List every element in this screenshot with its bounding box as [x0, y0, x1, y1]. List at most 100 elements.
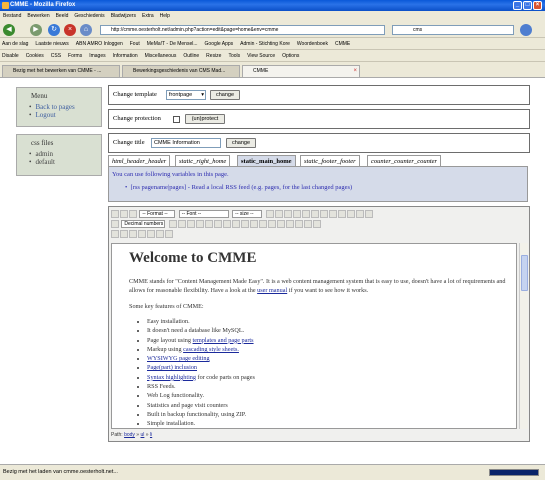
- format-select[interactable]: -- Format --: [139, 210, 176, 218]
- css-item-default[interactable]: default: [29, 158, 101, 166]
- feature-link[interactable]: WYSIWYG page editing: [147, 355, 210, 362]
- image-icon[interactable]: [240, 220, 249, 228]
- dev-toolbar-item[interactable]: Tools: [228, 53, 240, 59]
- menu-item[interactable]: Bewerken: [27, 13, 49, 19]
- logout-link[interactable]: Logout: [35, 111, 55, 119]
- anchor-icon[interactable]: [231, 220, 240, 228]
- home-icon[interactable]: ⌂: [80, 24, 92, 36]
- code-icon[interactable]: [267, 220, 276, 228]
- link-icon[interactable]: [213, 220, 222, 228]
- menu-item-back[interactable]: Back to pages: [29, 103, 101, 111]
- list-type-select[interactable]: Decimal numbers: [121, 220, 166, 228]
- feature-link[interactable]: Page(part) inclusion: [147, 364, 197, 371]
- char-map-icon[interactable]: [138, 230, 146, 238]
- bookmark-item[interactable]: Laatste nieuws: [35, 41, 68, 47]
- size-select[interactable]: -- size --: [232, 210, 263, 218]
- visual-aid-icon[interactable]: [129, 230, 137, 238]
- dev-toolbar-item[interactable]: Resize: [206, 53, 221, 59]
- row-props-icon[interactable]: [285, 220, 294, 228]
- close-button[interactable]: ×: [533, 1, 542, 10]
- dev-toolbar-item[interactable]: Outline: [183, 53, 199, 59]
- help-icon[interactable]: [258, 220, 267, 228]
- browser-tab-1[interactable]: Bezig met het bewerken van CMME - ...: [2, 65, 120, 77]
- path-li-link[interactable]: li: [150, 432, 152, 438]
- insert-row-icon[interactable]: [303, 220, 312, 228]
- underline-icon[interactable]: [283, 210, 292, 218]
- indent-icon[interactable]: [177, 220, 186, 228]
- editor-scrollbar[interactable]: [519, 243, 528, 429]
- browser-tab-3[interactable]: CMME ×: [242, 65, 360, 77]
- stop-icon[interactable]: ×: [64, 24, 76, 36]
- dev-toolbar-item[interactable]: Images: [89, 53, 105, 59]
- undo-icon[interactable]: [195, 220, 204, 228]
- menu-item-logout[interactable]: Logout: [29, 111, 101, 119]
- path-ul-link[interactable]: ul: [140, 432, 144, 438]
- dev-toolbar-item[interactable]: CSS: [51, 53, 61, 59]
- dev-toolbar-item[interactable]: Information: [113, 53, 138, 59]
- redo-icon[interactable]: [204, 220, 213, 228]
- strikethrough-icon[interactable]: [292, 210, 301, 218]
- table-icon[interactable]: [276, 220, 285, 228]
- back-icon[interactable]: ◀: [3, 24, 15, 36]
- print-icon[interactable]: [156, 230, 164, 238]
- unlink-icon[interactable]: [222, 220, 231, 228]
- cleanup-icon[interactable]: [249, 220, 258, 228]
- fullscreen-icon[interactable]: [165, 230, 173, 238]
- back-to-pages-link[interactable]: Back to pages: [35, 103, 74, 111]
- browser-tab-2[interactable]: Bewerkingsgeschiedenis van CMS Mad...: [122, 65, 240, 77]
- menu-item[interactable]: Extra: [142, 13, 154, 19]
- dev-toolbar-item[interactable]: Cookies: [26, 53, 44, 59]
- bookmark-item[interactable]: MeMa!T - De Mensel...: [147, 41, 198, 47]
- feature-link[interactable]: Syntax highlighting: [147, 374, 196, 381]
- delete-row-icon[interactable]: [312, 220, 321, 228]
- bookmark-item[interactable]: Admin - Stichting Kore: [240, 41, 290, 47]
- menu-item[interactable]: Geschiedenis: [74, 13, 104, 19]
- dev-toolbar-item[interactable]: Forms: [68, 53, 82, 59]
- title-input[interactable]: CMME Information: [151, 138, 221, 148]
- remove-format-icon[interactable]: [120, 230, 128, 238]
- dev-toolbar-item[interactable]: Miscellaneous: [145, 53, 177, 59]
- dev-toolbar-item[interactable]: View Source: [247, 53, 275, 59]
- menu-item[interactable]: Bestand: [3, 13, 21, 19]
- search-input[interactable]: cms: [392, 25, 514, 35]
- align-right-icon[interactable]: [355, 210, 364, 218]
- path-body-link[interactable]: body: [124, 432, 135, 438]
- unprotect-button[interactable]: (un)protect: [185, 114, 225, 124]
- bookmark-item[interactable]: Google Apps: [205, 41, 234, 47]
- justify-icon[interactable]: [364, 210, 373, 218]
- maximize-button[interactable]: □: [523, 1, 532, 10]
- feature-link[interactable]: cascading style sheets.: [183, 346, 239, 353]
- url-input[interactable]: http://cmme.oesterholt.net/admin.php?act…: [100, 25, 385, 35]
- bookmark-item[interactable]: ABN AMRO Inloggen: [76, 41, 123, 47]
- dev-toolbar-item[interactable]: Options: [282, 53, 299, 59]
- scrollbar-thumb[interactable]: [521, 255, 528, 291]
- text-color-icon[interactable]: [301, 210, 310, 218]
- feature-link[interactable]: templates and page parts: [193, 337, 254, 344]
- forward-icon[interactable]: ▶: [30, 24, 42, 36]
- background-color-icon[interactable]: [310, 210, 319, 218]
- superscript-icon[interactable]: [328, 210, 337, 218]
- user-manual-link[interactable]: user manual: [257, 287, 287, 294]
- align-left-icon[interactable]: [337, 210, 346, 218]
- close-tab-icon[interactable]: ×: [353, 66, 357, 77]
- outdent-icon[interactable]: [168, 220, 177, 228]
- blockquote-icon[interactable]: [186, 220, 195, 228]
- change-template-button[interactable]: change: [210, 90, 240, 100]
- css-item-admin[interactable]: admin: [29, 150, 101, 158]
- bold-icon[interactable]: [265, 210, 274, 218]
- bookmark-item[interactable]: Aan de slag: [2, 41, 28, 47]
- subscript-icon[interactable]: [319, 210, 328, 218]
- new-document-icon[interactable]: [120, 210, 128, 218]
- cell-props-icon[interactable]: [294, 220, 303, 228]
- editor-content-area[interactable]: Welcome to CMME CMME stands for "Content…: [111, 243, 517, 429]
- menu-item[interactable]: Beeld: [56, 13, 69, 19]
- template-select[interactable]: frontpage ▾: [166, 90, 206, 100]
- align-center-icon[interactable]: [346, 210, 355, 218]
- minimize-button[interactable]: _: [513, 1, 522, 10]
- protection-checkbox[interactable]: [173, 116, 180, 123]
- font-select[interactable]: -- Font --: [178, 210, 229, 218]
- bookmark-item[interactable]: CMME: [335, 41, 350, 47]
- menu-item[interactable]: Help: [160, 13, 170, 19]
- italic-icon[interactable]: [274, 210, 283, 218]
- dev-toolbar-item[interactable]: Disable: [2, 53, 19, 59]
